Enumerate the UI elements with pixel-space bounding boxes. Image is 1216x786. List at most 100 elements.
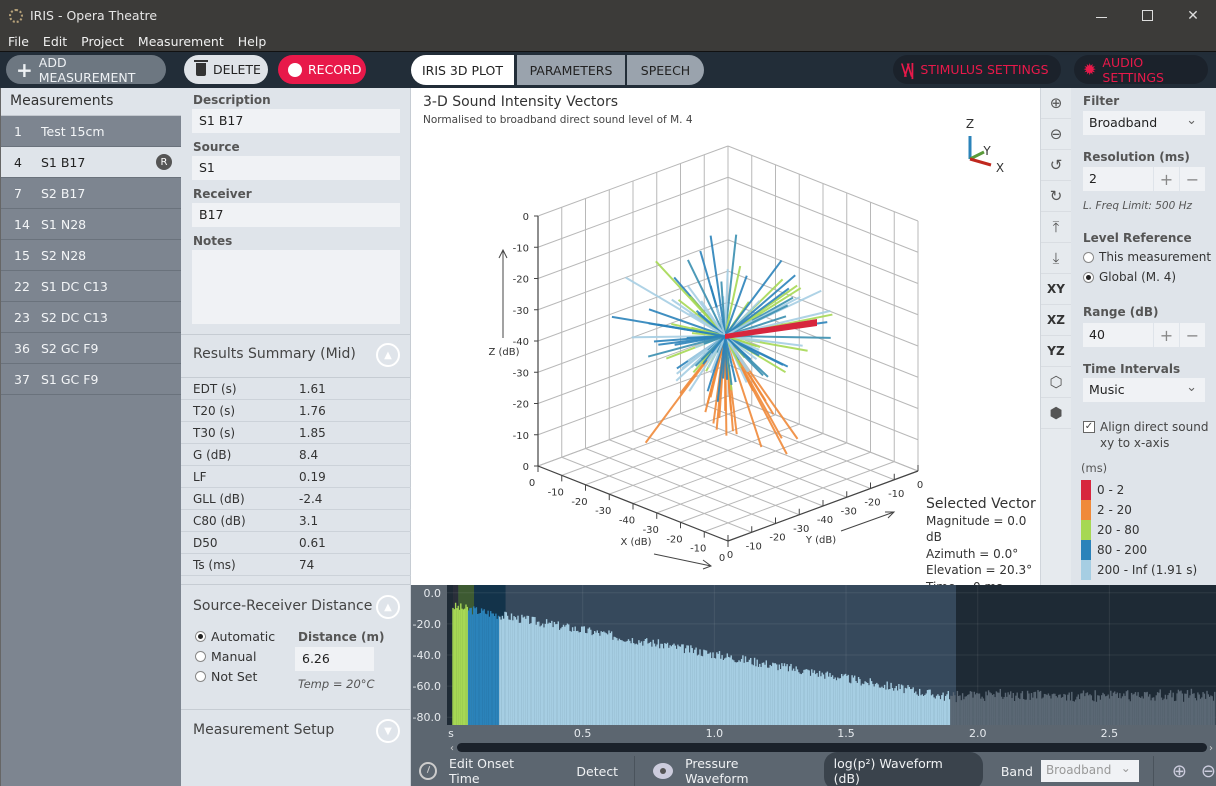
legend-item: 0 - 2 xyxy=(1081,480,1124,500)
menu-measurement[interactable]: Measurement xyxy=(131,34,231,49)
measurement-name: S2 DC C13 xyxy=(41,309,108,325)
iris-3d-plot[interactable]: 3-D Sound Intensity Vectors Normalised t… xyxy=(411,88,1040,594)
band-dropdown[interactable]: Broadband ⌄ xyxy=(1040,760,1139,782)
receiver-field[interactable]: B17 xyxy=(192,203,400,227)
measurement-number: 1 xyxy=(14,123,22,139)
measurement-item[interactable]: 1 Test 15cm xyxy=(1,116,181,147)
distance-field[interactable]: 6.26 xyxy=(295,647,374,671)
radio-this-measurement[interactable]: This measurement xyxy=(1083,250,1211,264)
align-checkbox[interactable]: ✓ Align direct sound xy to x-axis xyxy=(1083,419,1208,451)
tab-iris-3d-plot[interactable]: IRIS 3D PLOT xyxy=(411,55,514,85)
measurement-item[interactable]: 14 S1 N28 xyxy=(1,209,181,240)
measurement-name: S1 N28 xyxy=(41,216,87,232)
notes-label: Notes xyxy=(193,234,233,248)
detect-button[interactable]: Detect xyxy=(576,764,618,779)
close-button[interactable]: ✕ xyxy=(1170,0,1216,31)
radio-automatic[interactable]: Automatic xyxy=(195,629,275,644)
zoom-out-icon[interactable]: ⊖ xyxy=(1201,761,1216,782)
waveform-scrollbar[interactable] xyxy=(457,743,1207,752)
divider xyxy=(181,709,411,710)
grid-line xyxy=(656,421,847,498)
add-measurement-button[interactable]: + ADD MEASUREMENT xyxy=(6,55,166,85)
expand-setup-button[interactable]: ▼ xyxy=(376,719,400,743)
measurement-item[interactable]: 22 S1 DC C13 xyxy=(1,271,181,302)
tab-speech[interactable]: SPEECH xyxy=(627,55,704,85)
window-title: IRIS - Opera Theatre xyxy=(30,8,158,23)
filter-dropdown[interactable]: Broadband ⌄ xyxy=(1083,111,1205,135)
result-value: 3.1 xyxy=(299,513,319,528)
minimize-button[interactable] xyxy=(1078,0,1124,31)
range-input[interactable]: 40 xyxy=(1083,323,1153,347)
menu-bar: File Edit Project Measurement Help xyxy=(0,31,1216,51)
z-tick-label: -30 xyxy=(513,368,529,379)
zoom-out-button[interactable]: ⊖ xyxy=(1041,119,1071,150)
pressure-waveform-button[interactable]: Pressure Waveform xyxy=(685,756,806,786)
rotate-up-button[interactable]: ⤒ xyxy=(1041,212,1071,243)
distance-label: Distance (m) xyxy=(298,630,385,644)
scroll-left-icon[interactable]: ‹ xyxy=(450,743,454,754)
waveform-x-tick: 2.0 xyxy=(969,727,987,740)
maximize-button[interactable] xyxy=(1124,0,1170,31)
rotate-z-ccw-button[interactable]: ↺ xyxy=(1041,150,1071,181)
range-increment-button[interactable]: + xyxy=(1154,323,1179,347)
checkmark-icon: ✓ xyxy=(1083,421,1095,433)
time-intervals-label: Time Intervals xyxy=(1083,362,1181,376)
description-field[interactable]: S1 B17 xyxy=(192,109,400,133)
radio-not-set[interactable]: Not Set xyxy=(195,669,257,684)
grid-line xyxy=(680,413,871,489)
measurement-item[interactable]: 37 S1 GC F9 xyxy=(1,364,181,395)
measurement-item[interactable]: 23 S2 DC C13 xyxy=(1,302,181,333)
resolution-increment-button[interactable]: + xyxy=(1154,167,1179,191)
radio-global[interactable]: Global (M. 4) xyxy=(1083,270,1176,284)
audio-settings-button[interactable]: ✹ AUDIO SETTINGS xyxy=(1074,55,1208,85)
stimulus-settings-button[interactable]: \/\| STIMULUS SETTINGS xyxy=(893,55,1061,84)
waveform-canvas[interactable]: 0.0 -20.0 -40.0 -60.0 -80.0 s 0.5 1.0 1.5 2.0 2.5 ‹… xyxy=(411,585,1216,756)
time-intervals-dropdown[interactable]: Music ⌄ xyxy=(1083,378,1205,402)
resolution-decrement-button[interactable]: − xyxy=(1180,167,1205,191)
title-bar: IRIS - Opera Theatre ✕ xyxy=(0,0,1216,31)
view-xz-button[interactable]: XZ xyxy=(1041,305,1071,336)
collapse-distance-button[interactable]: ▲ xyxy=(376,595,400,619)
y-tick-label: -30 xyxy=(793,524,809,535)
menu-file[interactable]: File xyxy=(0,34,36,49)
edit-onset-button[interactable]: Edit Onset Time xyxy=(449,756,548,786)
waveform-y-tick: -40.0 xyxy=(413,649,441,662)
log-waveform-button[interactable]: log(p²) Waveform (dB) xyxy=(823,752,983,786)
menu-help[interactable]: Help xyxy=(231,34,274,49)
range-decrement-button[interactable]: − xyxy=(1180,323,1205,347)
measurement-number: 14 xyxy=(14,216,30,232)
tab-parameters[interactable]: PARAMETERS xyxy=(517,55,625,85)
measurement-setup-title: Measurement Setup xyxy=(193,722,335,738)
measurement-item[interactable]: 7 S2 B17 xyxy=(1,178,181,209)
menu-project[interactable]: Project xyxy=(74,34,131,49)
waveform-panel[interactable]: 0.0 -20.0 -40.0 -60.0 -80.0 s 0.5 1.0 1.5 2.0 2.5 ‹… xyxy=(411,585,1216,756)
measurement-list: Measurements 1 Test 15cm 4 S1 B17 R 7 S2 B17 14… xyxy=(0,88,181,786)
rotate-down-button[interactable]: ⤓ xyxy=(1041,243,1071,274)
view-yz-button[interactable]: YZ xyxy=(1041,336,1071,367)
resolution-input[interactable]: 2 xyxy=(1083,167,1153,191)
measurement-item[interactable]: 4 S1 B17 R xyxy=(1,147,181,178)
result-value: -2.4 xyxy=(299,491,323,506)
time-intervals-value: Music xyxy=(1089,382,1125,397)
notes-field[interactable] xyxy=(192,250,400,324)
view-iso-2-button[interactable]: ⬢ xyxy=(1041,398,1071,429)
zoom-in-icon[interactable]: ⊕ xyxy=(1172,761,1187,782)
menu-edit[interactable]: Edit xyxy=(36,34,74,49)
measurement-item[interactable]: 15 S2 N28 xyxy=(1,240,181,271)
minimize-icon xyxy=(1095,17,1107,18)
scroll-right-icon[interactable]: › xyxy=(1209,743,1213,754)
radio-manual[interactable]: Manual xyxy=(195,649,256,664)
collapse-results-button[interactable]: ▲ xyxy=(376,343,400,367)
view-xy-button[interactable]: XY xyxy=(1041,274,1071,305)
record-button[interactable]: RECORD xyxy=(278,55,366,84)
source-field[interactable]: S1 xyxy=(192,156,400,180)
filter-label: Filter xyxy=(1083,94,1120,108)
delete-button[interactable]: DELETE xyxy=(184,55,268,84)
measurement-item[interactable]: 36 S2 GC F9 xyxy=(1,333,181,364)
view-iso-1-button[interactable]: ⬡ xyxy=(1041,367,1071,398)
divider xyxy=(181,584,411,585)
clock-icon xyxy=(419,762,437,780)
y-tick-label: -20 xyxy=(864,498,880,509)
zoom-in-button[interactable]: ⊕ xyxy=(1041,88,1071,119)
rotate-z-cw-button[interactable]: ↻ xyxy=(1041,181,1071,212)
